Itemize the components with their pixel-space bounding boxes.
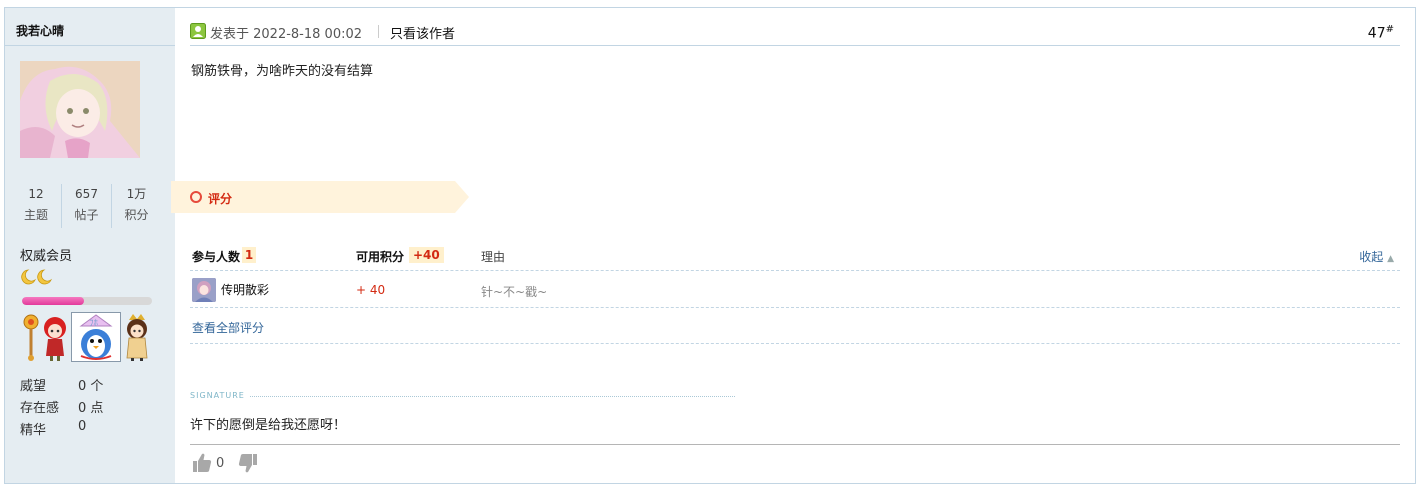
score-label: 可用积分: [356, 250, 405, 264]
attr-key: 存在感: [20, 401, 60, 416]
floor-suffix: #: [1385, 24, 1394, 35]
attr-value: 0 个: [78, 379, 104, 394]
reason-label: 理由: [481, 250, 506, 264]
like-count: 0: [216, 456, 225, 471]
staff-medal-icon[interactable]: [19, 312, 43, 362]
only-author-link[interactable]: 只看该作者: [390, 23, 455, 42]
attr-key: 威望: [20, 379, 47, 394]
attr-digest: 精华 0: [20, 419, 160, 441]
medal-list: ﾌﾎ: [19, 312, 149, 362]
level-progress-bar: [22, 297, 152, 305]
stat-label: 帖子: [74, 208, 99, 222]
thumbs-up-icon[interactable]: [192, 453, 212, 473]
post-time: 发表于 2022-8-18 00:02: [210, 27, 363, 42]
caret-up-icon: ▲: [1387, 254, 1394, 264]
attr-key: 精华: [20, 423, 47, 438]
header-divider: [378, 25, 379, 38]
rater-score: + 40: [356, 283, 386, 297]
stat-points[interactable]: 1万 积分: [111, 184, 161, 228]
rating-tab: 评分: [171, 181, 469, 213]
rating-tab-label: 评分: [208, 192, 233, 206]
svg-text:ﾌﾎ: ﾌﾎ: [89, 318, 99, 329]
signature-text: 许下的愿倒是给我还愿呀！: [190, 418, 347, 433]
floor-number-value: 47: [1367, 25, 1386, 42]
rater-reason: 针~不~戳~: [481, 285, 548, 299]
stat-label: 主题: [23, 208, 48, 222]
author-name[interactable]: 我若心晴: [16, 22, 64, 39]
author-attributes: 威望 0 个 存在感 0 点 精华 0: [20, 375, 160, 441]
forum-post: 我若心晴 12 主题 657 帖子 1万 积分 权威会员 ﾌﾎ 威望 0 个 存…: [4, 7, 1416, 484]
stat-label: 积分: [124, 208, 149, 222]
floor-number[interactable]: 47#: [1368, 24, 1394, 42]
collapse-link[interactable]: 收起 ▲: [1359, 248, 1394, 265]
level-progress-fill: [22, 297, 85, 305]
collapse-label: 收起: [1359, 250, 1384, 264]
member-rank[interactable]: 权威会员: [20, 245, 72, 264]
post-content: 钢筋铁骨，为啥昨天的没有结算: [191, 64, 374, 79]
penguin-medal-icon[interactable]: ﾌﾎ: [71, 312, 121, 362]
score-total: +40: [409, 247, 444, 263]
signature-divider: [250, 396, 735, 397]
attr-value: 0: [78, 419, 87, 434]
author-stats: 12 主题 657 帖子 1万 积分: [11, 184, 161, 228]
signature-label: SIGNATURE: [190, 391, 245, 400]
stat-value: 1万: [126, 187, 147, 201]
princess-medal-icon[interactable]: [123, 312, 151, 362]
stat-posts[interactable]: 657 帖子: [61, 184, 111, 228]
rater-name[interactable]: 传明散彩: [221, 281, 269, 298]
online-status-icon: [190, 23, 206, 39]
view-all-row: 查看全部评分: [190, 308, 1400, 344]
attr-presence: 存在感 0 点: [20, 397, 160, 419]
view-all-ratings-link[interactable]: 查看全部评分: [192, 319, 264, 336]
moon-level-icon: [20, 269, 54, 285]
red-hair-girl-medal-icon[interactable]: [41, 312, 69, 362]
stat-topics[interactable]: 12 主题: [11, 184, 61, 228]
post-header: 发表于 2022-8-18 00:02 只看该作者 47#: [190, 8, 1400, 46]
participants-count: 1: [242, 247, 256, 263]
attr-prestige: 威望 0 个: [20, 375, 160, 397]
rating-circle-icon: [190, 191, 202, 203]
thumbs-down-icon[interactable]: [238, 453, 258, 473]
rating-table-header: 参与人数 1 可用积分 +40 理由 收起 ▲: [190, 239, 1400, 271]
footer-divider: [190, 444, 1400, 445]
stat-value: 657: [75, 187, 98, 201]
stat-value: 12: [28, 187, 44, 201]
rater-avatar[interactable]: [192, 278, 216, 302]
table-row: 传明散彩 + 40 针~不~戳~: [190, 271, 1400, 308]
avatar[interactable]: [20, 61, 140, 158]
author-name-bar: 我若心晴: [5, 8, 175, 46]
author-sidebar: 我若心晴 12 主题 657 帖子 1万 积分 权威会员 ﾌﾎ 威望 0 个 存…: [5, 8, 175, 483]
participants-label: 参与人数: [192, 250, 241, 264]
attr-value: 0 点: [78, 401, 104, 416]
